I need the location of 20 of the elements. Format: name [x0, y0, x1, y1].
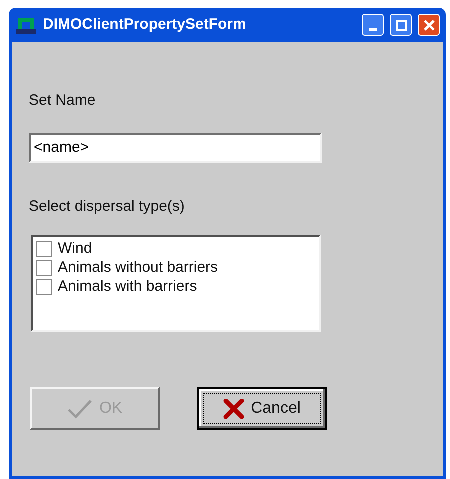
option-label[interactable]: Animals with barriers	[58, 279, 198, 294]
cancel-button[interactable]: Cancel	[197, 387, 327, 430]
checkbox[interactable]	[36, 240, 52, 256]
checkbox[interactable]	[36, 260, 52, 276]
maximize-button[interactable]	[390, 14, 412, 36]
check-icon	[67, 398, 94, 418]
maximize-icon	[396, 20, 406, 30]
cross-icon	[223, 398, 246, 418]
minimize-button[interactable]	[362, 14, 384, 36]
set-name-label: Set Name	[29, 91, 97, 111]
option-label[interactable]: Wind	[58, 241, 92, 256]
checkbox[interactable]	[36, 278, 52, 294]
close-icon	[424, 20, 434, 30]
minimize-icon	[369, 28, 377, 31]
dispersal-label: Select dispersal type(s)	[29, 196, 186, 216]
close-button[interactable]	[418, 14, 440, 36]
option-label[interactable]: Animals without barriers	[58, 260, 218, 275]
set-name-field[interactable]: <name>	[29, 132, 322, 162]
window-title: DIMOClientPropertySetForm	[43, 14, 248, 35]
app-icon	[15, 15, 37, 35]
